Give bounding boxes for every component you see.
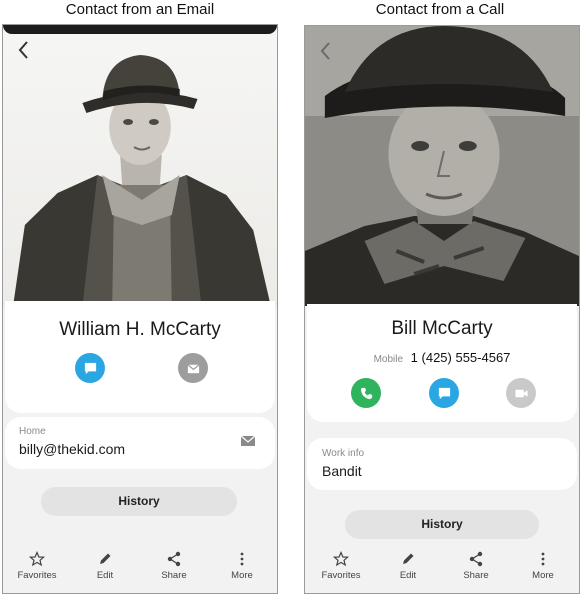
back-chevron-icon[interactable] [15, 39, 33, 61]
contact-name: Bill McCarty [391, 318, 493, 339]
favorites-button[interactable]: Favorites [313, 551, 369, 581]
history-button[interactable]: History [41, 487, 237, 516]
envelope-icon[interactable] [241, 435, 255, 447]
email-button[interactable] [178, 353, 208, 383]
share-button[interactable]: Share [448, 551, 504, 581]
pencil-icon [100, 553, 111, 564]
caption-email-contact: Contact from an Email [65, 1, 215, 18]
email-info-card[interactable]: Home billy@thekid.com [5, 417, 275, 469]
caption-call-contact: Contact from a Call [375, 1, 505, 18]
work-info-label: Work info [322, 448, 365, 459]
envelope-icon [186, 363, 200, 373]
favorites-button[interactable]: Favorites [9, 551, 65, 581]
contact-header-card: Bill McCarty Mobile 1 (425) 555-4567 [307, 304, 577, 422]
vertical-dots-icon [541, 552, 545, 566]
email-contact-screen: William H. McCarty Home billy@thekid.com… [2, 24, 278, 594]
edit-button[interactable]: Edit [380, 551, 436, 581]
work-info-card[interactable]: Work info Bandit [307, 438, 577, 490]
edit-label: Edit [399, 570, 417, 581]
bottom-navigation: Favorites Edit Share More [305, 547, 579, 593]
email-address[interactable]: billy@thekid.com [19, 441, 125, 457]
message-button[interactable] [75, 353, 105, 383]
favorites-label: Favorites [321, 570, 361, 581]
contact-name: William H. McCarty [59, 319, 221, 340]
more-label: More [532, 570, 554, 581]
edit-button[interactable]: Edit [77, 551, 133, 581]
share-button[interactable]: Share [146, 551, 202, 581]
bottom-navigation: Favorites Edit Share More [3, 547, 277, 593]
more-button[interactable]: More [515, 551, 571, 581]
vertical-dots-icon [240, 552, 244, 566]
share-icon [469, 551, 483, 567]
call-contact-screen: Bill McCarty Mobile 1 (425) 555-4567 Wor… [304, 25, 580, 594]
message-button[interactable] [429, 378, 459, 408]
video-call-button[interactable] [506, 378, 536, 408]
work-info-value: Bandit [322, 463, 362, 479]
phone-number-line[interactable]: Mobile 1 (425) 555-4567 [307, 350, 577, 365]
phone-number[interactable]: 1 (425) 555-4567 [411, 350, 511, 365]
share-label: Share [463, 570, 489, 581]
contact-header-card: William H. McCarty [5, 301, 275, 413]
history-button[interactable]: History [345, 510, 539, 539]
back-chevron-icon[interactable] [317, 40, 335, 62]
phone-number-label: Mobile [373, 354, 404, 365]
more-label: More [231, 570, 253, 581]
chat-bubble-icon [84, 362, 96, 374]
more-button[interactable]: More [214, 551, 270, 581]
share-label: Share [161, 570, 187, 581]
share-icon [167, 551, 181, 567]
phone-icon [360, 387, 372, 399]
star-outline-icon [333, 551, 349, 567]
call-button[interactable] [351, 378, 381, 408]
email-field-label: Home [19, 426, 46, 437]
edit-label: Edit [96, 570, 114, 581]
favorites-label: Favorites [17, 570, 57, 581]
contact-photo [305, 26, 579, 306]
video-camera-icon [514, 389, 528, 397]
status-bar [3, 25, 277, 34]
chat-bubble-icon [438, 387, 450, 399]
contact-photo [3, 25, 277, 307]
star-outline-icon [29, 551, 45, 567]
pencil-icon [403, 553, 414, 564]
